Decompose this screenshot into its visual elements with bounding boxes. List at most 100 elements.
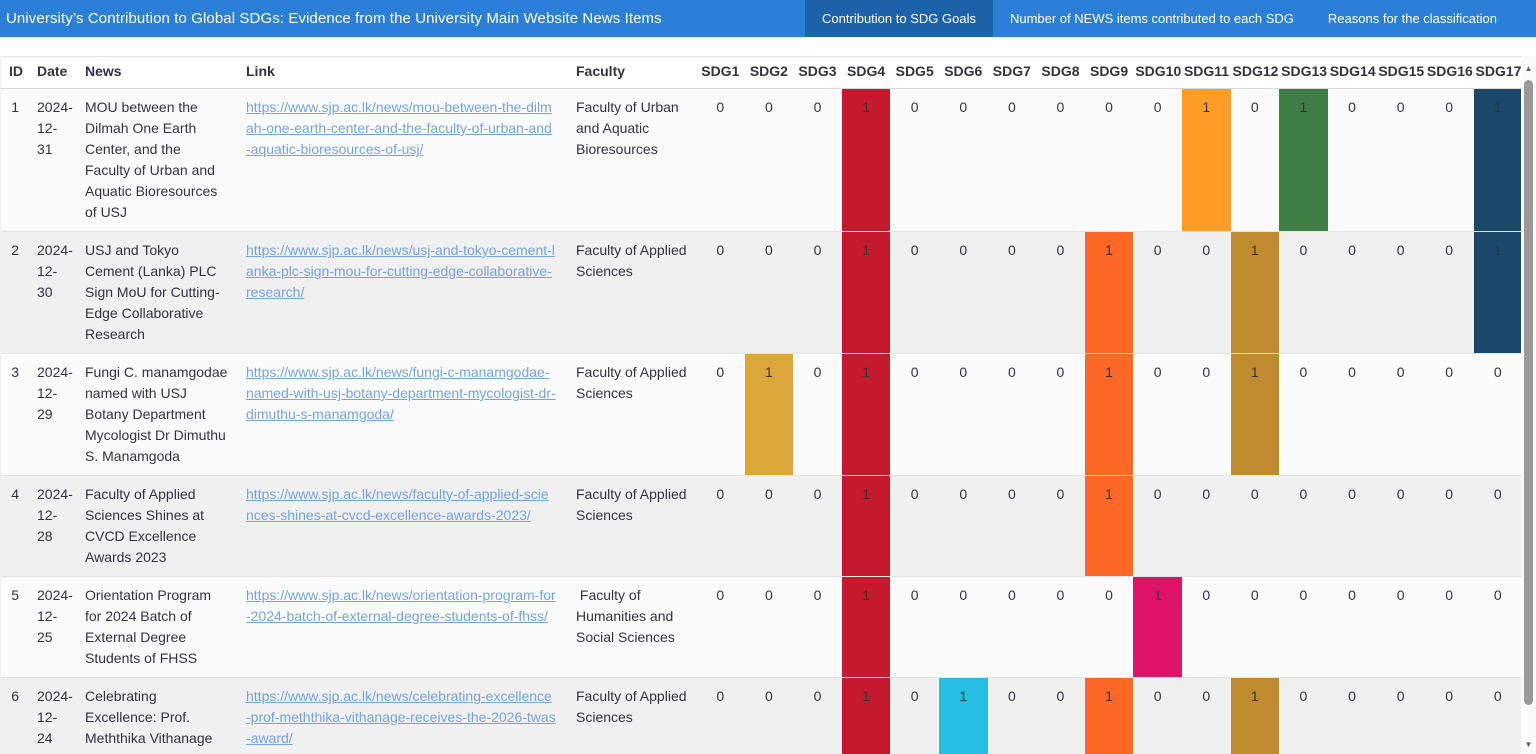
cell-sdg9: 1 — [1085, 232, 1134, 354]
cell-sdg1: 0 — [696, 577, 745, 678]
cell-sdg17: 1 — [1474, 232, 1523, 354]
scrollbar-thumb[interactable] — [1524, 80, 1533, 705]
cell-link: https://www.sjp.ac.lk/news/celebrating-e… — [238, 678, 568, 754]
cell-sdg8: 0 — [1036, 232, 1085, 354]
column-header-sdg10[interactable]: SDG10 — [1133, 57, 1182, 89]
cell-sdg7: 0 — [988, 476, 1037, 577]
cell-id: 6 — [1, 678, 29, 754]
cell-sdg7: 0 — [988, 232, 1037, 354]
cell-sdg9: 1 — [1085, 354, 1134, 476]
news-link[interactable]: https://www.sjp.ac.lk/news/faculty-of-ap… — [246, 486, 549, 523]
cell-sdg11: 0 — [1182, 476, 1231, 577]
column-header-faculty[interactable]: Faculty — [568, 57, 696, 89]
news-link[interactable]: https://www.sjp.ac.lk/news/fungi-c-manam… — [246, 364, 556, 422]
cell-sdg10: 0 — [1133, 89, 1182, 232]
cell-sdg13: 0 — [1279, 476, 1328, 577]
column-header-sdg5[interactable]: SDG5 — [890, 57, 939, 89]
column-header-sdg8[interactable]: SDG8 — [1036, 57, 1085, 89]
cell-sdg14: 0 — [1328, 89, 1377, 232]
cell-link: https://www.sjp.ac.lk/news/fungi-c-manam… — [238, 354, 568, 476]
cell-sdg1: 0 — [696, 89, 745, 232]
news-link[interactable]: https://www.sjp.ac.lk/news/celebrating-e… — [246, 688, 556, 746]
cell-link: https://www.sjp.ac.lk/news/usj-and-tokyo… — [238, 232, 568, 354]
column-header-sdg12[interactable]: SDG12 — [1231, 57, 1280, 89]
cell-sdg15: 0 — [1376, 577, 1425, 678]
cell-sdg8: 0 — [1036, 354, 1085, 476]
scroll-up-icon[interactable]: ▲ — [1521, 64, 1536, 74]
tab-reasons-for-classification[interactable]: Reasons for the classification — [1311, 0, 1514, 37]
cell-sdg17: 0 — [1474, 476, 1523, 577]
news-link[interactable]: https://www.sjp.ac.lk/news/orientation-p… — [246, 587, 556, 624]
cell-sdg2: 0 — [745, 89, 794, 232]
cell-sdg16: 0 — [1425, 577, 1474, 678]
column-header-sdg1[interactable]: SDG1 — [696, 57, 745, 89]
cell-sdg11: 1 — [1182, 89, 1231, 232]
cell-link: https://www.sjp.ac.lk/news/mou-between-t… — [238, 89, 568, 232]
cell-sdg9: 0 — [1085, 577, 1134, 678]
news-link[interactable]: https://www.sjp.ac.lk/news/mou-between-t… — [246, 99, 552, 157]
cell-sdg4: 1 — [842, 476, 891, 577]
tab-number-of-news-items[interactable]: Number of NEWS items contributed to each… — [993, 0, 1311, 37]
cell-sdg16: 0 — [1425, 354, 1474, 476]
scroll-down-icon[interactable]: ▼ — [1521, 740, 1536, 750]
cell-sdg5: 0 — [890, 476, 939, 577]
cell-sdg6: 0 — [939, 476, 988, 577]
cell-sdg15: 0 — [1376, 476, 1425, 577]
column-header-sdg15[interactable]: SDG15 — [1376, 57, 1425, 89]
cell-date: 2024-12-31 — [29, 89, 77, 232]
cell-sdg10: 0 — [1133, 476, 1182, 577]
cell-sdg6: 1 — [939, 678, 988, 754]
column-header-news[interactable]: News — [77, 57, 238, 89]
cell-sdg8: 0 — [1036, 577, 1085, 678]
cell-sdg11: 0 — [1182, 577, 1231, 678]
column-header-sdg4[interactable]: SDG4 — [842, 57, 891, 89]
cell-sdg7: 0 — [988, 354, 1037, 476]
column-header-sdg2[interactable]: SDG2 — [745, 57, 794, 89]
cell-news: MOU between the Dilmah One Earth Center,… — [77, 89, 238, 232]
cell-sdg15: 0 — [1376, 89, 1425, 232]
column-header-id[interactable]: ID — [1, 57, 29, 89]
cell-id: 1 — [1, 89, 29, 232]
news-link[interactable]: https://www.sjp.ac.lk/news/usj-and-tokyo… — [246, 242, 555, 300]
cell-sdg16: 0 — [1425, 89, 1474, 232]
table-row: 52024-12-25Orientation Program for 2024 … — [1, 577, 1522, 678]
column-header-sdg11[interactable]: SDG11 — [1182, 57, 1231, 89]
cell-sdg12: 0 — [1231, 476, 1280, 577]
cell-id: 3 — [1, 354, 29, 476]
column-header-date[interactable]: Date — [29, 57, 77, 89]
table-row: 12024-12-31MOU between the Dilmah One Ea… — [1, 89, 1522, 232]
cell-sdg1: 0 — [696, 476, 745, 577]
cell-sdg12: 1 — [1231, 354, 1280, 476]
column-header-sdg13[interactable]: SDG13 — [1279, 57, 1328, 89]
cell-sdg14: 0 — [1328, 577, 1377, 678]
table-row: 22024-12-30USJ and Tokyo Cement (Lanka) … — [1, 232, 1522, 354]
cell-news: Celebrating Excellence: Prof. Meththika … — [77, 678, 238, 754]
column-header-sdg6[interactable]: SDG6 — [939, 57, 988, 89]
cell-news: USJ and Tokyo Cement (Lanka) PLC Sign Mo… — [77, 232, 238, 354]
cell-date: 2024-12-28 — [29, 476, 77, 577]
cell-sdg5: 0 — [890, 89, 939, 232]
column-header-link[interactable]: Link — [238, 57, 568, 89]
cell-sdg7: 0 — [988, 577, 1037, 678]
cell-sdg13: 0 — [1279, 678, 1328, 754]
cell-sdg14: 0 — [1328, 354, 1377, 476]
cell-sdg5: 0 — [890, 577, 939, 678]
sdg-table: IDDateNewsLinkFacultySDG1SDG2SDG3SDG4SDG… — [1, 57, 1522, 754]
vertical-scrollbar[interactable]: ▲ ▼ — [1521, 56, 1536, 754]
cell-link: https://www.sjp.ac.lk/news/faculty-of-ap… — [238, 476, 568, 577]
cell-sdg4: 1 — [842, 232, 891, 354]
column-header-sdg16[interactable]: SDG16 — [1425, 57, 1474, 89]
column-header-sdg3[interactable]: SDG3 — [793, 57, 842, 89]
cell-sdg11: 0 — [1182, 354, 1231, 476]
cell-sdg9: 0 — [1085, 89, 1134, 232]
cell-sdg12: 1 — [1231, 232, 1280, 354]
cell-faculty: Faculty of Applied Sciences — [568, 354, 696, 476]
tab-contribution-to-sdg-goals[interactable]: Contribution to SDG Goals — [805, 0, 993, 37]
column-header-sdg14[interactable]: SDG14 — [1328, 57, 1377, 89]
cell-sdg3: 0 — [793, 89, 842, 232]
column-header-sdg17[interactable]: SDG17 — [1474, 57, 1523, 89]
cell-sdg13: 0 — [1279, 354, 1328, 476]
column-header-sdg9[interactable]: SDG9 — [1085, 57, 1134, 89]
cell-id: 2 — [1, 232, 29, 354]
column-header-sdg7[interactable]: SDG7 — [988, 57, 1037, 89]
